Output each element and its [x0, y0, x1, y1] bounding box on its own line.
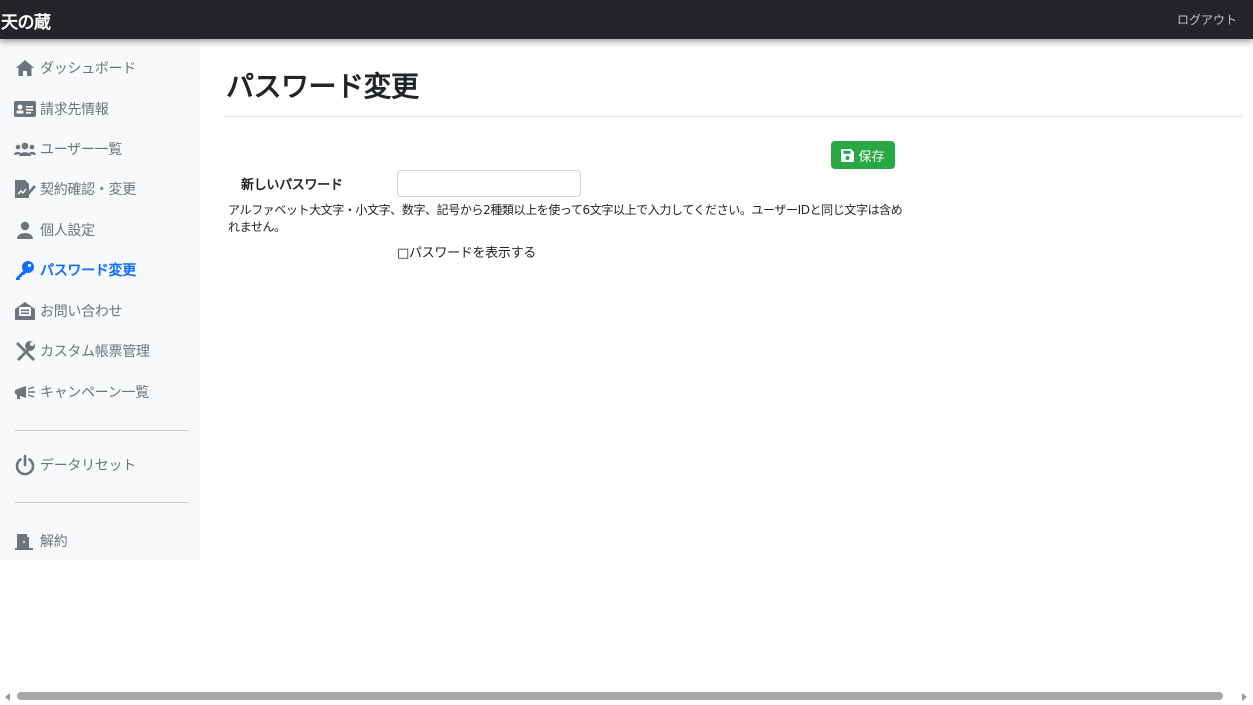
floppy-disk-icon — [841, 148, 855, 162]
sidebar-item-label: 請求先情報 — [40, 102, 109, 118]
sidebar-item-dashboard[interactable]: ダッシュボード — [14, 54, 194, 82]
scrollbar-thumb[interactable] — [17, 692, 1223, 700]
users-icon — [14, 139, 36, 159]
key-icon — [14, 260, 36, 280]
title-divider — [224, 116, 1242, 117]
id-card-icon — [14, 99, 36, 119]
sidebar-divider — [14, 430, 189, 431]
sidebar-item-label: キャンペーン一覧 — [40, 385, 149, 401]
sidebar-item-label: パスワード変更 — [40, 263, 136, 279]
sidebar-item-label: データリセット — [40, 458, 136, 474]
brand-logo[interactable]: 天の蔵 — [1, 8, 51, 33]
megaphone-icon — [14, 382, 36, 402]
new-password-label: 新しいパスワード — [241, 178, 343, 193]
power-icon — [14, 454, 36, 476]
sidebar-item-custom-forms[interactable]: カスタム帳票管理 — [14, 337, 194, 365]
home-icon — [14, 58, 36, 78]
sidebar-item-personal-settings[interactable]: 個人設定 — [14, 216, 194, 244]
sidebar: ダッシュボード 請求先情報 ユーザー一覧 契約確認・変更 個人設定 パスワード変… — [0, 39, 200, 560]
envelope-open-icon — [14, 301, 36, 321]
sidebar-item-users[interactable]: ユーザー一覧 — [14, 135, 194, 163]
sidebar-item-billing[interactable]: 請求先情報 — [14, 95, 194, 123]
door-exit-icon — [14, 531, 36, 551]
logout-link[interactable]: ログアウト — [1177, 11, 1237, 28]
scroll-left-arrow-icon[interactable] — [5, 693, 10, 701]
tools-icon — [14, 341, 36, 361]
sidebar-item-label: ダッシュボード — [40, 61, 136, 77]
sidebar-item-contract[interactable]: 契約確認・変更 — [14, 175, 194, 203]
scroll-right-arrow-icon[interactable] — [1242, 693, 1247, 701]
top-navbar: 天の蔵 ログアウト — [0, 0, 1253, 39]
sidebar-item-label: カスタム帳票管理 — [40, 344, 150, 360]
page-title: パスワード変更 — [226, 70, 419, 103]
user-icon — [14, 220, 36, 240]
file-signature-icon — [14, 179, 36, 199]
show-password-toggle[interactable]: □パスワードを表示する — [397, 242, 536, 261]
sidebar-item-label: 個人設定 — [40, 223, 95, 239]
new-password-input[interactable] — [397, 170, 581, 197]
sidebar-item-data-reset[interactable]: データリセット — [14, 451, 194, 479]
sidebar-item-campaigns[interactable]: キャンペーン一覧 — [14, 378, 194, 406]
password-help-text: アルファベット大文字・小文字、数字、記号から2種類以上を使って6文字以上で入力し… — [228, 203, 903, 234]
sidebar-item-label: 解約 — [40, 534, 68, 550]
save-button-label: 保存 — [858, 149, 885, 165]
horizontal-scrollbar[interactable] — [0, 688, 1253, 705]
sidebar-item-label: ユーザー一覧 — [40, 142, 122, 158]
save-button[interactable]: 保存 — [831, 141, 895, 169]
sidebar-item-label: 契約確認・変更 — [40, 182, 136, 198]
sidebar-item-cancel-contract[interactable]: 解約 — [14, 527, 194, 555]
sidebar-item-label: お問い合わせ — [40, 304, 123, 320]
sidebar-item-contact[interactable]: お問い合わせ — [14, 297, 194, 325]
sidebar-item-password-change[interactable]: パスワード変更 — [14, 256, 194, 284]
sidebar-divider — [14, 502, 189, 503]
